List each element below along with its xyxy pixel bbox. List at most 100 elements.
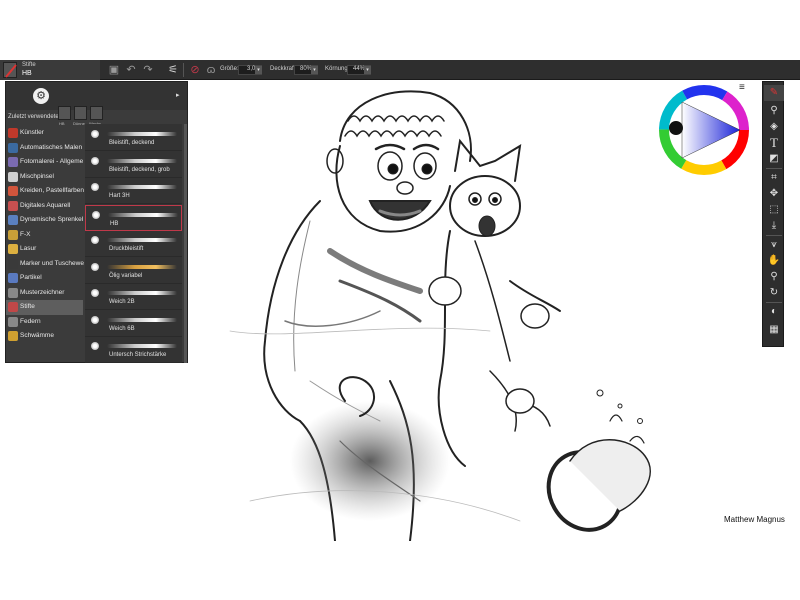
brush-category-label: Automatisches Malen: [20, 143, 83, 151]
size-dropdown[interactable]: ▾: [255, 66, 262, 74]
marker-icon: [8, 258, 18, 269]
brush-category-label: Kreiden, Pastellfarben: [20, 187, 84, 194]
dab-preview-icon: [91, 236, 99, 244]
brush-category-label: Stifte: [20, 303, 35, 310]
stroke-preview: [107, 132, 177, 136]
stroke-preview: [107, 344, 177, 348]
brush-category-label: Digitales Aquarell: [20, 201, 71, 209]
brush-variant-item[interactable]: HB: [85, 204, 182, 231]
brush-category-item[interactable]: Stifte: [6, 300, 83, 315]
brush-category-item[interactable]: Lasur: [6, 242, 83, 257]
grabber-icon[interactable]: ✋: [764, 253, 784, 269]
brush-category-label: Musterzeichner: [20, 288, 65, 296]
gear-icon[interactable]: ⚙: [33, 88, 49, 104]
brush-variant-list: Bleistift, deckend Bleistift, deckend, gr…: [85, 124, 182, 363]
redo-icon[interactable]: ↷: [141, 63, 155, 77]
fx-icon: [8, 229, 18, 240]
color-swatch-icon[interactable]: ◐: [764, 304, 784, 320]
brush-variant-item[interactable]: Bleistift, deckend, grob: [85, 152, 182, 178]
rect-select-icon[interactable]: ⬚: [764, 202, 784, 218]
color-wheel-menu-icon[interactable]: ≡: [739, 82, 745, 93]
recent-brush-1[interactable]: [58, 106, 71, 120]
mirror-icon[interactable]: ⩛: [764, 237, 784, 253]
glaze-icon: [8, 244, 18, 254]
save-icon[interactable]: ▣: [107, 63, 121, 77]
toolbox-divider: [766, 302, 782, 303]
brush-variant-item[interactable]: Druckbleistift: [85, 231, 182, 257]
size-label: Größe:: [220, 66, 239, 72]
recent-brush-2[interactable]: [74, 106, 87, 120]
brush-category-label: Marker und Tuschewe: [20, 259, 84, 267]
brush-category-item[interactable]: Künstler: [6, 126, 83, 141]
sketch-artwork: [229, 90, 651, 541]
brush-variant-label: Weich 6B: [109, 325, 135, 332]
pattern-icon[interactable]: ▦: [764, 322, 784, 338]
opacity-dropdown[interactable]: ▾: [311, 66, 318, 74]
brush-variant-item[interactable]: Ölig variabel: [85, 258, 182, 284]
paint-bucket-icon[interactable]: ◈: [764, 119, 784, 135]
brush-library-panel: ⚙ ▸ Zuletzt verwendete... HB Dünne... Wa…: [5, 81, 188, 363]
brush-variant-label: Weich 2B: [109, 299, 135, 305]
magnifier-icon[interactable]: ⚲: [764, 269, 784, 285]
brush-variant-label: Bleistift, deckend, grob: [109, 166, 170, 173]
brush-category-item[interactable]: Dynamische Sprenkel: [6, 213, 83, 228]
brush-category-item[interactable]: Musterzeichner: [6, 286, 83, 301]
brush-tool-icon[interactable]: ✎: [764, 85, 784, 101]
photo-paint-icon: [8, 157, 18, 167]
transform-icon[interactable]: ✥: [764, 186, 784, 202]
auto-paint-icon: [8, 142, 18, 153]
brush-thumbnail: [3, 62, 17, 78]
variant-scrollbar[interactable]: [184, 124, 187, 363]
stroke-preview: [107, 158, 177, 163]
rotate-icon[interactable]: ↻: [764, 285, 784, 301]
blender-icon: [8, 171, 18, 182]
brush-category-item[interactable]: Digitales Aquarell: [6, 199, 83, 214]
toolbox-divider: [766, 168, 782, 169]
brush-variant-item[interactable]: Untersch Strichstärke: [85, 337, 182, 363]
grain-label: Körnung:: [325, 66, 350, 72]
dab-preview-icon[interactable]: ɷ: [204, 63, 218, 77]
brush-variant-item[interactable]: Bleistift, deckend: [85, 125, 182, 151]
brush-variant-item[interactable]: Weich 6B: [85, 311, 182, 337]
recent-brush-3[interactable]: [90, 106, 103, 120]
dab-preview-icon: [91, 262, 99, 271]
dab-preview-icon: [91, 289, 99, 297]
brush-category-label: Lasur: [20, 245, 37, 252]
eyedropper-icon[interactable]: ⚲: [764, 103, 784, 119]
brush-category-label: Fotomalerei - Allgeme: [20, 158, 84, 165]
stroke-preview: [107, 264, 177, 269]
brush-variant-item[interactable]: Weich 2B: [85, 284, 182, 310]
eraser-icon[interactable]: ◩: [764, 151, 784, 167]
brush-tool-icon[interactable]: ⚟: [166, 63, 180, 77]
pen-icon: [8, 316, 18, 327]
brush-ghost-icon[interactable]: ⊘: [188, 63, 202, 77]
brush-variant-label: Ölig variabel: [109, 272, 143, 279]
panel-menu-arrow-icon[interactable]: ▸: [176, 91, 180, 99]
brush-category-item[interactable]: Fotomalerei - Allgeme: [6, 155, 83, 170]
brush-category-item[interactable]: Mischpinsel: [6, 170, 83, 185]
brush-category-label: Stifte: [22, 62, 36, 68]
brush-category-item[interactable]: Kreiden, Pastellfarben: [6, 184, 84, 199]
brush-category-item[interactable]: Automatisches Malen: [6, 141, 83, 156]
brush-variant-item[interactable]: Hart 3H: [85, 178, 182, 204]
pencil-icon: [8, 302, 18, 312]
crop-icon[interactable]: ⌗: [764, 170, 784, 186]
layer-adjust-icon[interactable]: ⤓: [764, 218, 784, 234]
undo-icon[interactable]: ↶: [124, 63, 138, 77]
brush-variant-label: Druckbleistift: [109, 246, 144, 252]
opacity-label: Deckkraft:: [270, 66, 298, 72]
brush-category-item[interactable]: Marker und Tuschewe: [6, 257, 84, 272]
brush-selector-chip[interactable]: Stifte HB: [0, 60, 100, 80]
brush-category-item[interactable]: Federn: [6, 315, 83, 330]
color-wheel[interactable]: [658, 84, 750, 176]
brush-category-item[interactable]: Schwämme: [6, 329, 83, 344]
brush-category-item[interactable]: F-X: [6, 228, 83, 243]
brush-category-item[interactable]: Partikel: [6, 271, 83, 286]
brush-variant-label: Hart 3H: [109, 193, 130, 199]
text-icon[interactable]: T: [764, 135, 784, 151]
brush-category-label: F-X: [20, 230, 31, 238]
grain-dropdown[interactable]: ▾: [364, 66, 371, 74]
speckle-icon: [8, 215, 18, 225]
brush-category-list: Künstler Automatisches Malen Fotomalerei -…: [6, 124, 84, 363]
brush-variant-label: Bleistift, deckend: [109, 140, 155, 146]
